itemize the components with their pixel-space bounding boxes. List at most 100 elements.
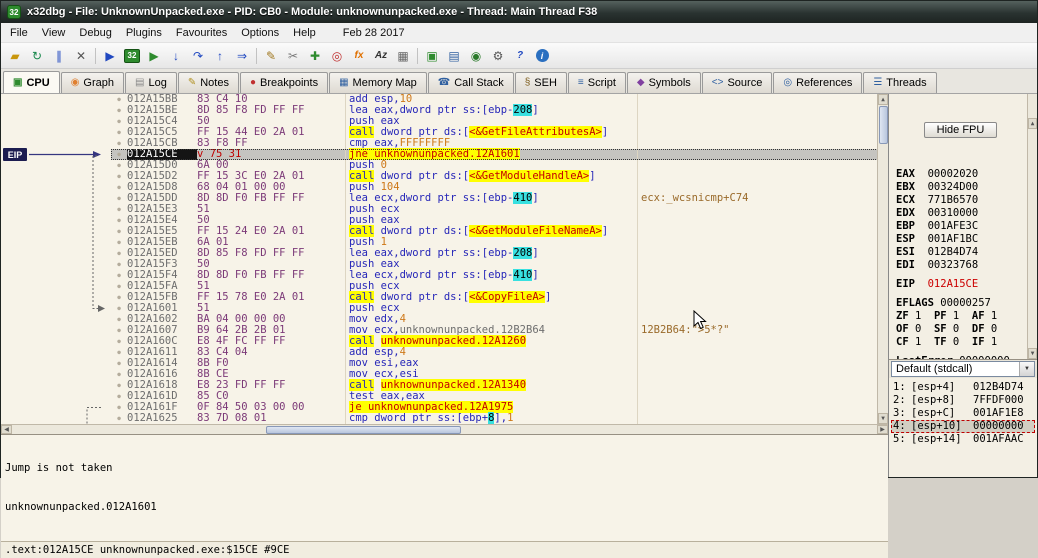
title-bar[interactable]: 32 x32dbg - File: UnknownUnpacked.exe - … (1, 1, 1037, 23)
breakpoint-dot-icon[interactable]: ● (111, 171, 127, 182)
scroll-up-icon[interactable]: ▲ (1028, 118, 1037, 129)
breakpoint-dot-icon[interactable]: ● (111, 204, 127, 215)
breakpoint-dot-icon[interactable]: ● (111, 193, 127, 204)
menu-item-help[interactable]: Help (286, 25, 323, 41)
breakpoint-dot-icon[interactable]: ● (111, 259, 127, 270)
breakpoint-dot-icon[interactable]: ● (111, 160, 127, 171)
stack-argument-row[interactable]: 1:[esp+4]012B4D74 (891, 381, 1035, 394)
help-icon[interactable]: ? (509, 45, 531, 67)
run-to-user-code-icon[interactable]: ⇒ (231, 45, 253, 67)
breakpoint-dot-icon[interactable]: ● (111, 270, 127, 281)
breakpoint-dot-icon[interactable]: ● (111, 281, 127, 292)
breakpoint-dot-icon[interactable]: ● (111, 105, 127, 116)
menu-item-debug[interactable]: Debug (72, 25, 118, 41)
breakpoint-dot-icon[interactable]: ● (111, 237, 127, 248)
memory-map-icon[interactable]: ▤ (443, 45, 465, 67)
register-row[interactable]: ESI 012B4D74 (896, 246, 1025, 259)
step-over-icon[interactable]: ↷ (187, 45, 209, 67)
chevron-down-icon[interactable]: ▼ (1019, 362, 1034, 376)
tab-memory-map[interactable]: ▦Memory Map (329, 72, 427, 93)
tab-cpu[interactable]: ▣CPU (3, 71, 60, 93)
cpu-chip-icon[interactable]: ▣ (421, 45, 443, 67)
scroll-up-icon[interactable]: ▲ (878, 94, 888, 105)
register-row[interactable]: ECX 771B6570 (896, 194, 1025, 207)
trace-icon[interactable]: ✎ (260, 45, 282, 67)
run-icon[interactable]: ▶ (99, 45, 121, 67)
target-icon[interactable]: ◎ (326, 45, 348, 67)
settings-icon[interactable]: ⚙ (487, 45, 509, 67)
breakpoint-dot-icon[interactable]: ● (111, 94, 127, 105)
step-out-icon[interactable]: ↑ (209, 45, 231, 67)
register-row[interactable]: EFLAGS 00000257 (896, 297, 1025, 310)
breakpoint-dot-icon[interactable]: ● (111, 138, 127, 149)
breakpoint-dot-icon[interactable]: ● (111, 336, 127, 347)
breakpoint-dot-icon[interactable]: ● (111, 347, 127, 358)
breakpoint-dot-icon[interactable]: ● (111, 369, 127, 380)
register-row[interactable]: EDI 00323768 (896, 259, 1025, 272)
patch-icon[interactable]: ✚ (304, 45, 326, 67)
scroll-down-icon[interactable]: ▼ (878, 413, 888, 424)
disassembly-view[interactable]: ●012A15BB83 C4 10add esp,10●012A15BE8D 8… (1, 94, 888, 424)
stack-argument-row[interactable]: 2:[esp+8]7FFDF000 (891, 394, 1035, 407)
breakpoint-dot-icon[interactable]: ● (111, 292, 127, 303)
menu-item-plugins[interactable]: Plugins (119, 25, 169, 41)
stack-argument-row[interactable]: 3:[esp+C]001AF1E8 (891, 407, 1035, 420)
breakpoint-dot-icon[interactable]: ● (111, 226, 127, 237)
breakpoint-dot-icon[interactable]: ● (111, 358, 127, 369)
disasm-vertical-scrollbar[interactable]: ▲ ▼ (877, 94, 888, 424)
breakpoint-dot-icon[interactable]: ● (111, 314, 127, 325)
breakpoint-dot-icon[interactable]: ● (111, 127, 127, 138)
register-row[interactable]: ESP 001AF1BC (896, 233, 1025, 246)
resume-icon[interactable]: ▶ (143, 45, 165, 67)
tab-breakpoints[interactable]: ●Breakpoints (240, 72, 328, 93)
register-row[interactable]: EDX 00310000 (896, 207, 1025, 220)
breakpoint-dot-icon[interactable]: ● (111, 248, 127, 259)
tab-log[interactable]: ▤Log (125, 72, 177, 93)
menu-item-view[interactable]: View (35, 25, 73, 41)
tab-notes[interactable]: ✎Notes (178, 72, 239, 93)
register-row[interactable]: OF 0 SF 0 DF 0 (896, 323, 1025, 336)
register-row[interactable]: EBX 00324D00 (896, 181, 1025, 194)
breakpoint-dot-icon[interactable]: ● (111, 182, 127, 193)
hide-fpu-button[interactable]: Hide FPU (924, 122, 998, 138)
tab-symbols[interactable]: ◆Symbols (627, 72, 701, 93)
breakpoint-dot-icon[interactable]: ● (111, 380, 127, 391)
disasm-vscroll-thumb[interactable] (879, 106, 888, 144)
tab-graph[interactable]: ◉Graph (61, 72, 124, 93)
menu-item-file[interactable]: File (3, 25, 35, 41)
calling-convention-select[interactable]: Default (stdcall) ▼ (891, 361, 1035, 377)
fx-icon[interactable]: fx (348, 45, 370, 67)
breakpoint-dot-icon[interactable]: ● (111, 215, 127, 226)
calculator-icon[interactable]: ▦ (392, 45, 414, 67)
tab-threads[interactable]: ☰Threads (863, 72, 936, 93)
az-icon[interactable]: Az (370, 45, 392, 67)
register-row[interactable]: EBP 001AFE3C (896, 220, 1025, 233)
breakpoint-dot-icon[interactable]: ● (111, 391, 127, 402)
register-row[interactable]: ZF 1 PF 1 AF 1 (896, 310, 1025, 323)
registers-panel[interactable]: Hide FPU EAX 00002020EBX 00324D00ECX 771… (889, 94, 1037, 359)
register-row[interactable]: CF 1 TF 0 IF 1 (896, 336, 1025, 349)
step-into-icon[interactable]: ↓ (165, 45, 187, 67)
stack-argument-row[interactable]: 4:[esp+10]00000000 (891, 420, 1035, 433)
registers-scrollbar[interactable]: ▲ ▼ (1027, 94, 1037, 359)
register-row[interactable]: LastError 00000000 (896, 355, 1025, 359)
tab-script[interactable]: ≡Script (568, 72, 626, 93)
x32-badge-icon[interactable]: 32 (121, 45, 143, 67)
breakpoint-dot-icon[interactable]: ● (111, 402, 127, 413)
scroll-right-icon[interactable]: ▶ (877, 425, 888, 434)
pause-icon[interactable]: ∥ (48, 45, 70, 67)
disasm-row[interactable]: ●012A162583 7D 08 01cmp dword ptr ss:[eb… (1, 413, 878, 424)
globe-icon[interactable]: ◉ (465, 45, 487, 67)
breakpoint-dot-icon[interactable]: ● (111, 149, 127, 160)
tab-seh[interactable]: §SEH (515, 72, 567, 93)
disasm-horizontal-scrollbar[interactable]: ◀ ▶ (1, 424, 888, 434)
breakpoint-dot-icon[interactable]: ● (111, 116, 127, 127)
register-row[interactable]: EIP 012A15CE (896, 278, 1025, 291)
tab-source[interactable]: <>Source (702, 72, 773, 93)
register-row[interactable]: EAX 00002020 (896, 168, 1025, 181)
attach-icon[interactable]: ✂ (282, 45, 304, 67)
disasm-hscroll-thumb[interactable] (266, 426, 461, 434)
stack-argument-row[interactable]: 5:[esp+14]001AFAAC (891, 433, 1035, 446)
tab-references[interactable]: ◎References (773, 72, 862, 93)
breakpoint-dot-icon[interactable]: ● (111, 325, 127, 336)
